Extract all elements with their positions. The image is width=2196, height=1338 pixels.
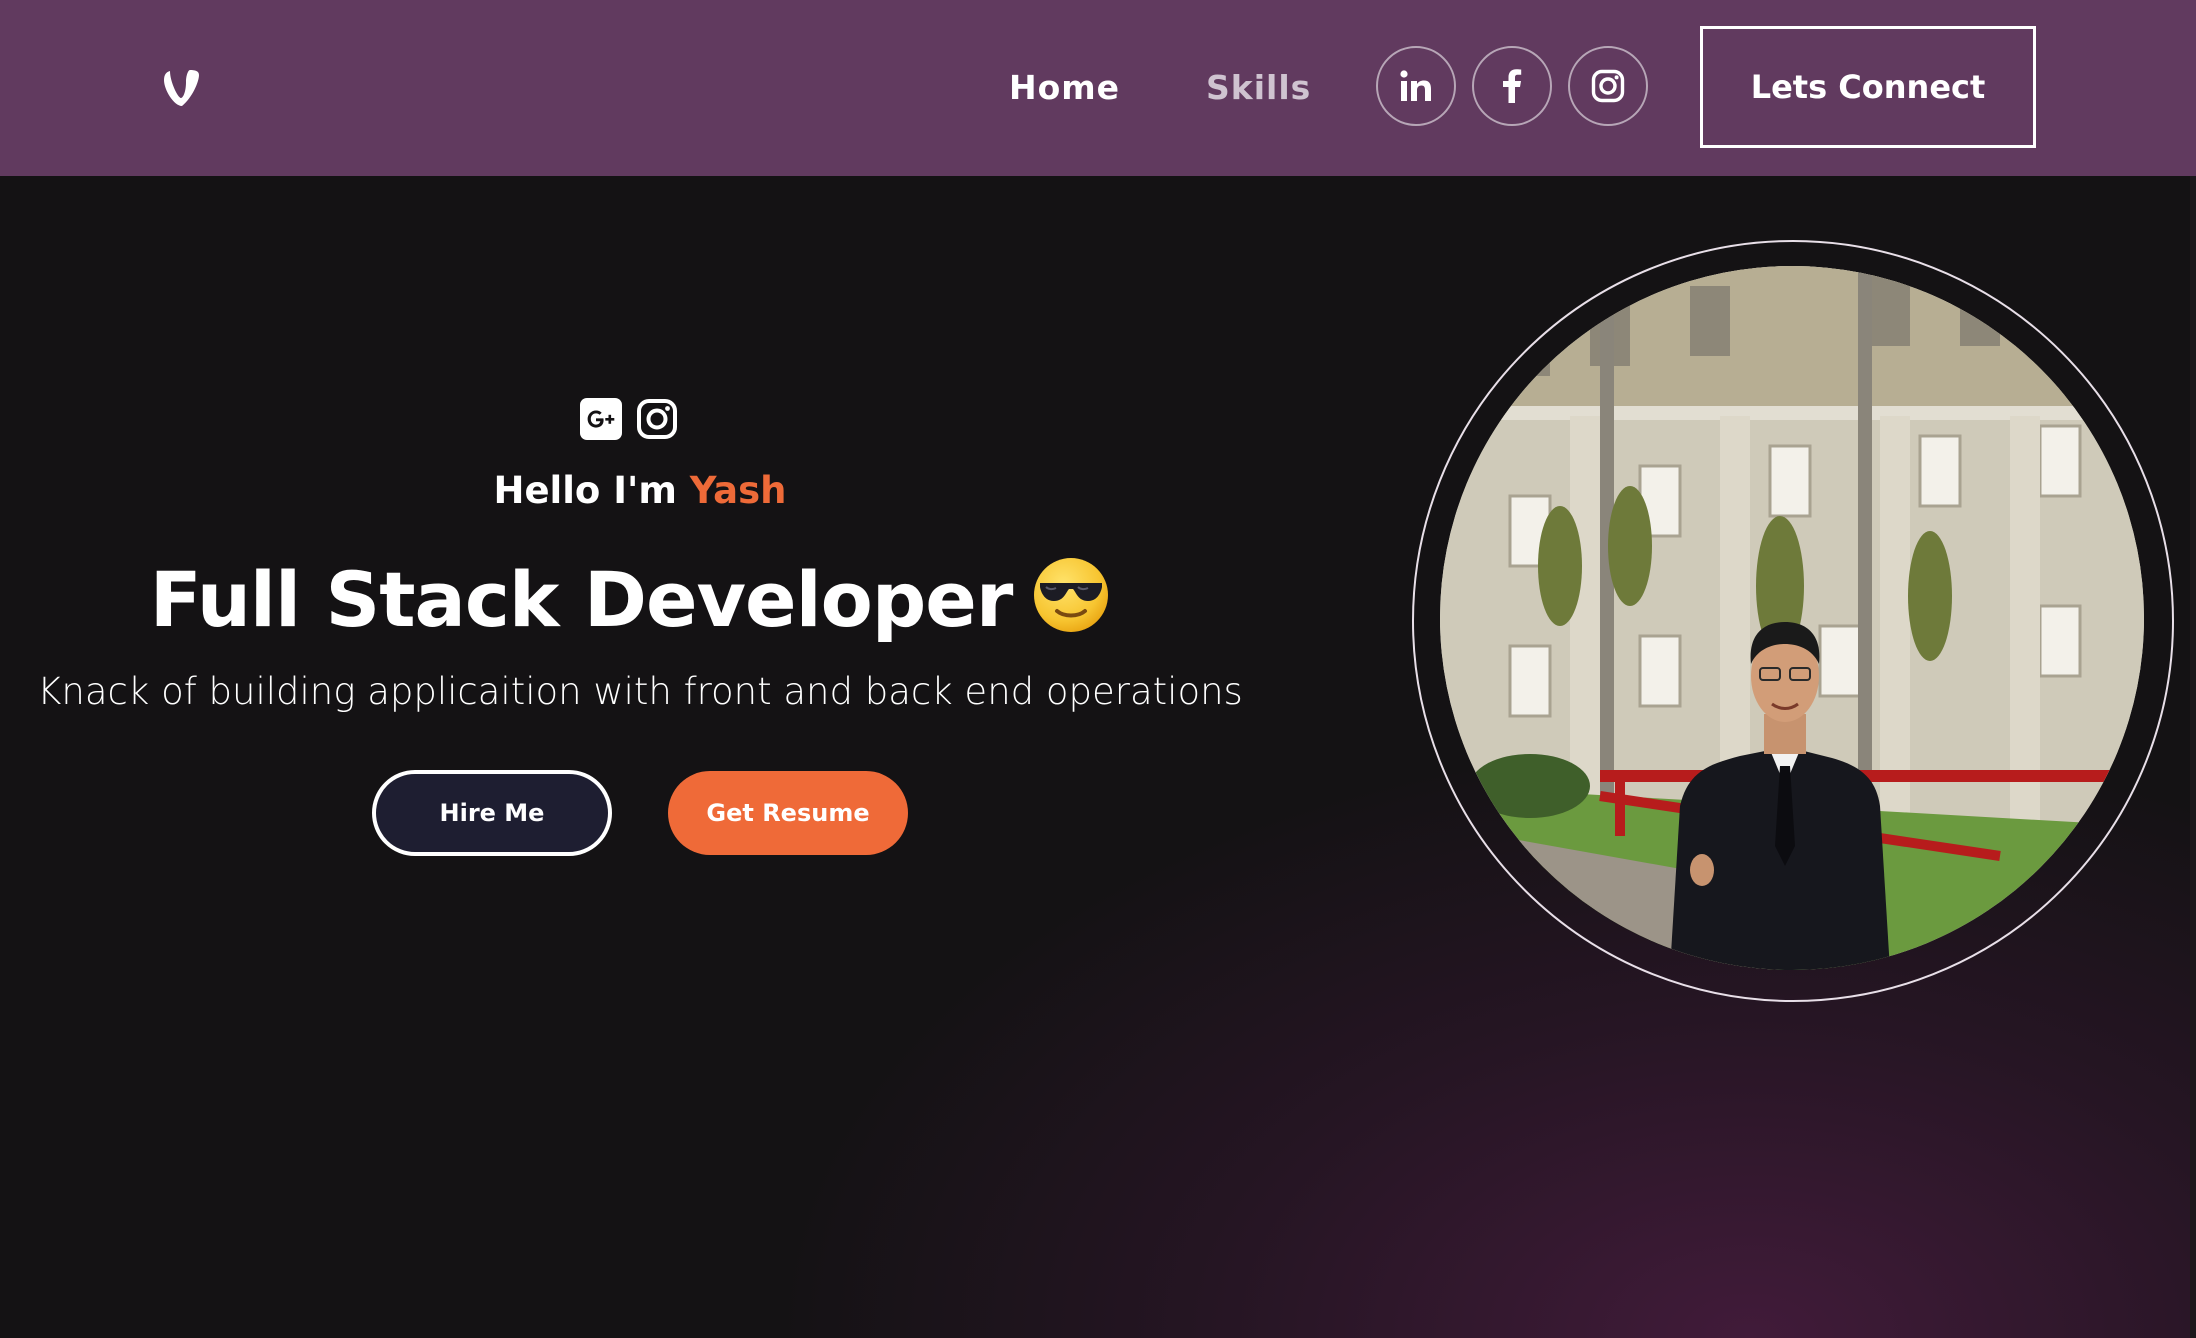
instagram-icon[interactable] (636, 398, 678, 440)
developer-name: Yash (689, 469, 787, 512)
google-plus-icon[interactable] (580, 398, 622, 440)
lets-connect-button[interactable]: Lets Connect (1700, 26, 2036, 148)
facebook-button[interactable] (1472, 46, 1552, 126)
tagline: Knack of building applicaition with fron… (37, 670, 1243, 713)
scrollbar-track[interactable] (2190, 176, 2196, 1338)
facebook-icon (1503, 69, 1522, 103)
greeting-prefix: Hello I'm (493, 469, 690, 512)
linkedin-button[interactable] (1376, 46, 1456, 126)
typo3-logo-icon[interactable] (162, 68, 200, 108)
instagram-button[interactable] (1568, 46, 1648, 126)
profile-photo (1440, 266, 2144, 970)
hire-me-button[interactable]: Hire Me (372, 770, 612, 856)
sunglasses-face-emoji-icon (1034, 558, 1109, 632)
role-title: Full Stack Developer (0, 550, 1260, 650)
linkedin-icon (1400, 70, 1431, 101)
get-resume-button[interactable]: Get Resume (668, 771, 908, 855)
greeting: Hello I'm Yash (0, 462, 1280, 520)
hero-social-icons (580, 398, 678, 440)
nav-home-link[interactable]: Home (1009, 62, 1120, 114)
navbar: Home Skills Lets Connect (0, 0, 2196, 176)
role-title-text: Full Stack Developer (149, 555, 1014, 644)
nav-skills-link[interactable]: Skills (1206, 62, 1311, 114)
instagram-icon (1591, 69, 1625, 103)
